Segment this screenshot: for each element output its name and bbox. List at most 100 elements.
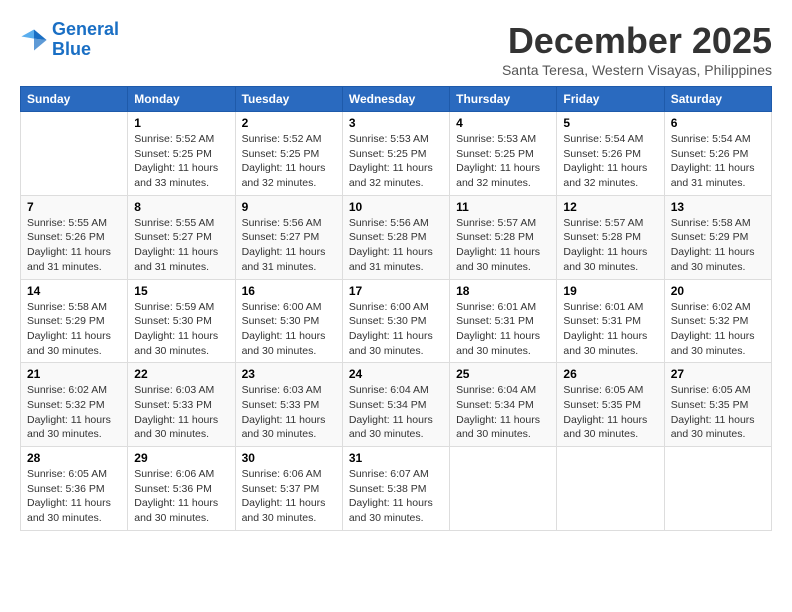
- day-number: 3: [349, 116, 443, 130]
- logo: General Blue: [20, 20, 119, 60]
- calendar-cell: 2 Sunrise: 5:52 AM Sunset: 5:25 PM Daylig…: [235, 112, 342, 196]
- day-info: Sunrise: 6:02 AM Sunset: 5:32 PM Dayligh…: [671, 300, 765, 359]
- calendar-week-row: 21 Sunrise: 6:02 AM Sunset: 5:32 PM Dayli…: [21, 363, 772, 447]
- day-number: 22: [134, 367, 228, 381]
- day-number: 15: [134, 284, 228, 298]
- day-info: Sunrise: 5:55 AM Sunset: 5:26 PM Dayligh…: [27, 216, 121, 275]
- day-number: 12: [563, 200, 657, 214]
- calendar-cell: 20 Sunrise: 6:02 AM Sunset: 5:32 PM Dayli…: [664, 279, 771, 363]
- day-info: Sunrise: 6:06 AM Sunset: 5:37 PM Dayligh…: [242, 467, 336, 526]
- calendar-cell: 30 Sunrise: 6:06 AM Sunset: 5:37 PM Dayli…: [235, 447, 342, 531]
- day-number: 10: [349, 200, 443, 214]
- calendar-cell: 11Sunrise: 5:57 AM Sunset: 5:28 PM Dayli…: [450, 195, 557, 279]
- day-number: 19: [563, 284, 657, 298]
- calendar-cell: 18 Sunrise: 6:01 AM Sunset: 5:31 PM Dayli…: [450, 279, 557, 363]
- logo-icon: [20, 26, 48, 54]
- day-info: Sunrise: 5:54 AM Sunset: 5:26 PM Dayligh…: [671, 132, 765, 191]
- day-info: Sunrise: 6:01 AM Sunset: 5:31 PM Dayligh…: [456, 300, 550, 359]
- calendar-cell: 10 Sunrise: 5:56 AM Sunset: 5:28 PM Dayli…: [342, 195, 449, 279]
- day-info: Sunrise: 5:55 AM Sunset: 5:27 PM Dayligh…: [134, 216, 228, 275]
- calendar-cell: 4 Sunrise: 5:53 AM Sunset: 5:25 PM Daylig…: [450, 112, 557, 196]
- day-info: Sunrise: 6:03 AM Sunset: 5:33 PM Dayligh…: [242, 383, 336, 442]
- day-info: Sunrise: 6:03 AM Sunset: 5:33 PM Dayligh…: [134, 383, 228, 442]
- day-info: Sunrise: 6:00 AM Sunset: 5:30 PM Dayligh…: [242, 300, 336, 359]
- day-info: Sunrise: 6:02 AM Sunset: 5:32 PM Dayligh…: [27, 383, 121, 442]
- day-info: Sunrise: 5:54 AM Sunset: 5:26 PM Dayligh…: [563, 132, 657, 191]
- day-header: Thursday: [450, 87, 557, 112]
- day-info: Sunrise: 5:52 AM Sunset: 5:25 PM Dayligh…: [242, 132, 336, 191]
- day-info: Sunrise: 5:56 AM Sunset: 5:27 PM Dayligh…: [242, 216, 336, 275]
- calendar-cell: 14 Sunrise: 5:58 AM Sunset: 5:29 PM Dayli…: [21, 279, 128, 363]
- day-number: 14: [27, 284, 121, 298]
- calendar-cell: [21, 112, 128, 196]
- calendar-cell: [450, 447, 557, 531]
- day-info: Sunrise: 6:00 AM Sunset: 5:30 PM Dayligh…: [349, 300, 443, 359]
- calendar-week-row: 1 Sunrise: 5:52 AM Sunset: 5:25 PM Daylig…: [21, 112, 772, 196]
- day-info: Sunrise: 6:06 AM Sunset: 5:36 PM Dayligh…: [134, 467, 228, 526]
- calendar-cell: 21 Sunrise: 6:02 AM Sunset: 5:32 PM Dayli…: [21, 363, 128, 447]
- day-header: Monday: [128, 87, 235, 112]
- calendar-cell: 6 Sunrise: 5:54 AM Sunset: 5:26 PM Daylig…: [664, 112, 771, 196]
- day-number: 4: [456, 116, 550, 130]
- day-number: 2: [242, 116, 336, 130]
- day-info: Sunrise: 5:59 AM Sunset: 5:30 PM Dayligh…: [134, 300, 228, 359]
- day-number: 31: [349, 451, 443, 465]
- calendar-week-row: 7 Sunrise: 5:55 AM Sunset: 5:26 PM Daylig…: [21, 195, 772, 279]
- day-header: Wednesday: [342, 87, 449, 112]
- day-number: 1: [134, 116, 228, 130]
- calendar-table: SundayMondayTuesdayWednesdayThursdayFrid…: [20, 86, 772, 531]
- day-info: Sunrise: 5:57 AM Sunset: 5:28 PM Dayligh…: [563, 216, 657, 275]
- calendar-week-row: 14 Sunrise: 5:58 AM Sunset: 5:29 PM Dayli…: [21, 279, 772, 363]
- day-number: 8: [134, 200, 228, 214]
- day-number: 9: [242, 200, 336, 214]
- day-number: 5: [563, 116, 657, 130]
- day-info: Sunrise: 6:05 AM Sunset: 5:35 PM Dayligh…: [563, 383, 657, 442]
- day-number: 18: [456, 284, 550, 298]
- day-header: Saturday: [664, 87, 771, 112]
- calendar-cell: [557, 447, 664, 531]
- title-block: December 2025 Santa Teresa, Western Visa…: [502, 20, 772, 78]
- day-number: 27: [671, 367, 765, 381]
- day-number: 29: [134, 451, 228, 465]
- logo-general: General: [52, 19, 119, 39]
- day-number: 23: [242, 367, 336, 381]
- day-number: 25: [456, 367, 550, 381]
- day-info: Sunrise: 5:56 AM Sunset: 5:28 PM Dayligh…: [349, 216, 443, 275]
- day-info: Sunrise: 5:53 AM Sunset: 5:25 PM Dayligh…: [349, 132, 443, 191]
- day-number: 26: [563, 367, 657, 381]
- day-number: 7: [27, 200, 121, 214]
- day-info: Sunrise: 5:58 AM Sunset: 5:29 PM Dayligh…: [671, 216, 765, 275]
- calendar-cell: 5 Sunrise: 5:54 AM Sunset: 5:26 PM Daylig…: [557, 112, 664, 196]
- day-number: 20: [671, 284, 765, 298]
- day-info: Sunrise: 5:53 AM Sunset: 5:25 PM Dayligh…: [456, 132, 550, 191]
- calendar-cell: 16Sunrise: 6:00 AM Sunset: 5:30 PM Dayli…: [235, 279, 342, 363]
- day-number: 13: [671, 200, 765, 214]
- day-number: 17: [349, 284, 443, 298]
- calendar-cell: 24 Sunrise: 6:04 AM Sunset: 5:34 PM Dayli…: [342, 363, 449, 447]
- calendar-cell: 9 Sunrise: 5:56 AM Sunset: 5:27 PM Daylig…: [235, 195, 342, 279]
- calendar-cell: 31 Sunrise: 6:07 AM Sunset: 5:38 PM Dayli…: [342, 447, 449, 531]
- calendar-cell: 28Sunrise: 6:05 AM Sunset: 5:36 PM Dayli…: [21, 447, 128, 531]
- calendar-cell: 8 Sunrise: 5:55 AM Sunset: 5:27 PM Daylig…: [128, 195, 235, 279]
- calendar-cell: 1 Sunrise: 5:52 AM Sunset: 5:25 PM Daylig…: [128, 112, 235, 196]
- logo-blue: Blue: [52, 40, 119, 60]
- day-info: Sunrise: 5:58 AM Sunset: 5:29 PM Dayligh…: [27, 300, 121, 359]
- day-info: Sunrise: 5:52 AM Sunset: 5:25 PM Dayligh…: [134, 132, 228, 191]
- calendar-cell: 27Sunrise: 6:05 AM Sunset: 5:35 PM Dayli…: [664, 363, 771, 447]
- day-info: Sunrise: 6:04 AM Sunset: 5:34 PM Dayligh…: [349, 383, 443, 442]
- calendar-cell: 25 Sunrise: 6:04 AM Sunset: 5:34 PM Dayli…: [450, 363, 557, 447]
- day-info: Sunrise: 6:01 AM Sunset: 5:31 PM Dayligh…: [563, 300, 657, 359]
- day-number: 30: [242, 451, 336, 465]
- page-header: General Blue December 2025 Santa Teresa,…: [20, 20, 772, 78]
- day-number: 21: [27, 367, 121, 381]
- day-info: Sunrise: 6:04 AM Sunset: 5:34 PM Dayligh…: [456, 383, 550, 442]
- calendar-cell: 7 Sunrise: 5:55 AM Sunset: 5:26 PM Daylig…: [21, 195, 128, 279]
- day-header: Friday: [557, 87, 664, 112]
- calendar-cell: 22 Sunrise: 6:03 AM Sunset: 5:33 PM Dayli…: [128, 363, 235, 447]
- day-number: 24: [349, 367, 443, 381]
- day-number: 6: [671, 116, 765, 130]
- day-info: Sunrise: 6:05 AM Sunset: 5:36 PM Dayligh…: [27, 467, 121, 526]
- calendar-cell: 12 Sunrise: 5:57 AM Sunset: 5:28 PM Dayli…: [557, 195, 664, 279]
- day-header: Sunday: [21, 87, 128, 112]
- day-info: Sunrise: 6:07 AM Sunset: 5:38 PM Dayligh…: [349, 467, 443, 526]
